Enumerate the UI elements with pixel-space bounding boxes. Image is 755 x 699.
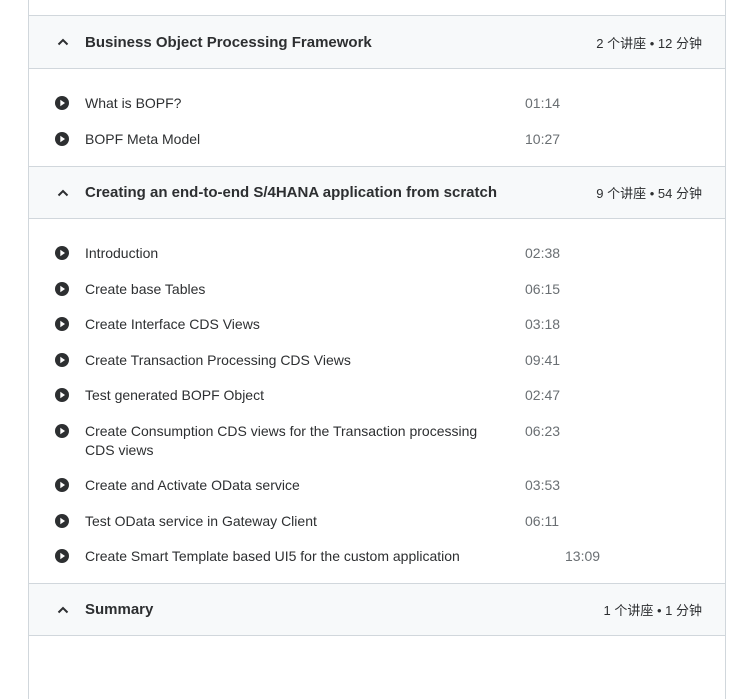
course-curriculum: Business Object Processing Framework 2 个… <box>28 0 726 699</box>
play-circle-icon <box>55 132 69 146</box>
lecture-duration: 13:09 <box>565 548 601 564</box>
section-header-s4hana-app[interactable]: Creating an end-to-end S/4HANA applicati… <box>29 166 725 219</box>
play-circle-icon <box>55 478 69 492</box>
lecture-title: Create Smart Template based UI5 for the … <box>85 548 460 564</box>
play-circle-icon <box>55 388 69 402</box>
section-meta: 2 个讲座 • 12 分钟 <box>596 35 702 51</box>
lecture-duration: 06:11 <box>525 512 559 529</box>
lecture-title: What is BOPF? <box>85 95 182 111</box>
section-title: Business Object Processing Framework <box>85 33 372 51</box>
lecture-duration: 03:53 <box>525 477 561 493</box>
play-circle-icon <box>55 246 69 260</box>
previous-section-stub <box>29 0 725 16</box>
lecture-item[interactable]: Create and Activate OData service 03:53 <box>54 476 702 495</box>
section-meta: 9 个讲座 • 54 分钟 <box>596 186 702 201</box>
lecture-item[interactable]: Create base Tables 06:15 <box>54 280 702 299</box>
lecture-duration: 09:41 <box>525 351 561 368</box>
play-circle-icon <box>55 513 69 528</box>
lecture-item[interactable]: Create Interface CDS Views 03:18 <box>54 315 702 334</box>
lecture-duration: 06:15 <box>525 280 561 297</box>
section-meta: 1 个讲座 • 1 分钟 <box>603 603 702 618</box>
lecture-duration: 02:38 <box>525 245 561 261</box>
play-circle-icon <box>55 352 69 367</box>
lecture-item[interactable]: Test OData service in Gateway Client 06:… <box>54 512 702 531</box>
lecture-list: What is BOPF? 01:14 BOPF Meta Model 10:2… <box>29 69 725 166</box>
chevron-up-icon <box>55 34 71 50</box>
lecture-item[interactable]: Introduction 02:38 <box>54 244 702 263</box>
lecture-title: Introduction <box>85 245 159 261</box>
lecture-title: Test generated BOPF Object <box>85 387 264 403</box>
lecture-title: Test OData service in Gateway Client <box>85 512 317 529</box>
lecture-title: Create Transaction Processing CDS Views <box>85 351 351 368</box>
lecture-item[interactable]: BOPF Meta Model 10:27 <box>54 130 702 149</box>
chevron-up-icon <box>55 185 71 201</box>
lecture-item[interactable]: Create Consumption CDS views for the Tra… <box>54 422 702 460</box>
lecture-title: Create Consumption CDS views for the Tra… <box>85 422 478 458</box>
lecture-list: Introduction 02:38 Create base Tables 06… <box>29 219 725 583</box>
lecture-duration: 03:18 <box>525 316 561 332</box>
play-circle-icon <box>55 549 69 563</box>
lecture-title: Create and Activate OData service <box>85 477 300 493</box>
lecture-duration: 10:27 <box>525 131 561 147</box>
play-circle-icon <box>55 281 69 296</box>
lecture-item[interactable]: Create Transaction Processing CDS Views … <box>54 351 702 370</box>
lecture-title: Create base Tables <box>85 280 206 297</box>
lecture-duration: 01:14 <box>525 95 561 111</box>
play-circle-icon <box>55 423 69 438</box>
section-title: Creating an end-to-end S/4HANA applicati… <box>85 184 497 201</box>
lecture-duration: 06:23 <box>525 422 561 439</box>
lecture-title: Create Interface CDS Views <box>85 316 260 332</box>
play-circle-icon <box>55 317 69 331</box>
lecture-item[interactable]: Test generated BOPF Object 02:47 <box>54 386 702 405</box>
section-title: Summary <box>85 601 154 618</box>
play-circle-icon <box>55 96 69 110</box>
section-header-bopf[interactable]: Business Object Processing Framework 2 个… <box>29 16 725 69</box>
lecture-item[interactable]: Create Smart Template based UI5 for the … <box>54 547 702 566</box>
chevron-up-icon <box>55 602 71 618</box>
section-header-summary[interactable]: Summary 1 个讲座 • 1 分钟 <box>29 583 725 636</box>
lecture-title: BOPF Meta Model <box>85 131 201 147</box>
lecture-duration: 02:47 <box>525 387 561 403</box>
lecture-item[interactable]: What is BOPF? 01:14 <box>54 94 702 113</box>
